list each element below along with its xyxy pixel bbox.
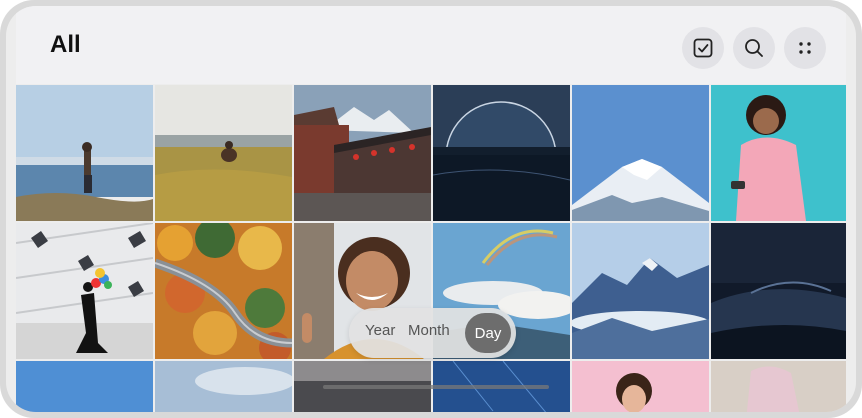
photo-thumbnail[interactable] xyxy=(294,85,431,221)
device-frame: All Year Month Day xyxy=(0,0,862,418)
photo-thumbnail[interactable] xyxy=(16,223,153,359)
select-button[interactable] xyxy=(682,27,724,69)
photo-thumbnail[interactable] xyxy=(155,361,292,412)
view-day-option[interactable]: Day xyxy=(465,313,511,353)
more-button[interactable] xyxy=(784,27,826,69)
photo-thumbnail[interactable] xyxy=(711,361,846,412)
photo-thumbnail[interactable] xyxy=(155,223,292,359)
search-button[interactable] xyxy=(733,27,775,69)
photo-thumbnail[interactable] xyxy=(572,361,709,412)
photo-thumbnail[interactable] xyxy=(572,85,709,221)
photo-thumbnail[interactable] xyxy=(572,223,709,359)
view-year-option[interactable]: Year xyxy=(365,322,395,339)
photo-thumbnail[interactable] xyxy=(155,85,292,221)
photo-thumbnail[interactable] xyxy=(711,85,846,221)
photo-thumbnail[interactable] xyxy=(16,85,153,221)
photo-thumbnail[interactable] xyxy=(16,361,153,412)
view-month-option[interactable]: Month xyxy=(408,322,450,339)
search-icon xyxy=(745,39,763,57)
more-icon xyxy=(799,42,811,54)
photo-thumbnail[interactable] xyxy=(433,85,570,221)
select-icon xyxy=(693,38,713,58)
view-mode-switcher: Year Month Day xyxy=(349,308,516,358)
photo-woman-by-sea xyxy=(16,85,153,221)
photo-thumbnail[interactable] xyxy=(711,223,846,359)
header-bar: All xyxy=(16,6,846,84)
gallery-screen: All Year Month Day xyxy=(6,6,856,412)
photo-grid xyxy=(16,85,846,412)
scroll-indicator[interactable] xyxy=(323,385,549,389)
page-title: All xyxy=(50,31,81,58)
